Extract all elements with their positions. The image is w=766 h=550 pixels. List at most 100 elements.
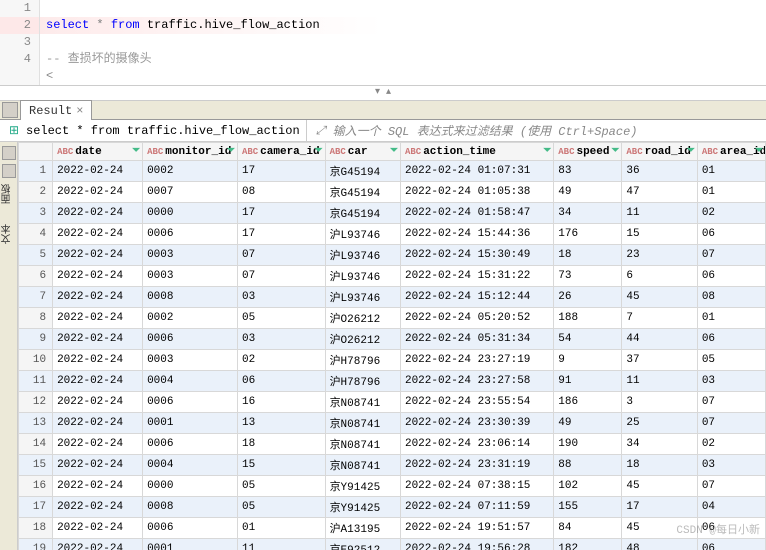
cell[interactable]: 沪O26212	[325, 329, 400, 350]
cell[interactable]: 07	[697, 413, 765, 434]
cell[interactable]: 13	[237, 413, 325, 434]
row-number[interactable]: 2	[19, 182, 53, 203]
cell[interactable]: 25	[622, 413, 697, 434]
cell[interactable]: 0000	[143, 203, 238, 224]
row-number[interactable]: 18	[19, 518, 53, 539]
cell[interactable]: 47	[622, 182, 697, 203]
cell[interactable]: 02	[697, 434, 765, 455]
cell[interactable]: 48	[622, 539, 697, 550]
cell[interactable]: 34	[622, 434, 697, 455]
close-icon[interactable]: ×	[76, 104, 83, 118]
cell[interactable]: 11	[622, 203, 697, 224]
text-mode-label[interactable]: 文本	[1, 224, 16, 244]
cell[interactable]: 2022-02-24	[53, 371, 143, 392]
cell[interactable]: 京G45194	[325, 182, 400, 203]
cell[interactable]: 01	[697, 161, 765, 182]
cell[interactable]: 2022-02-24	[53, 287, 143, 308]
cell[interactable]: 18	[554, 245, 622, 266]
table-row[interactable]: 192022-02-24000111京E925122022-02-24 19:5…	[19, 539, 766, 550]
cell[interactable]: 京G45194	[325, 203, 400, 224]
code-line-4[interactable]: -- 查损坏的摄像头	[40, 51, 152, 68]
result-tab[interactable]: Result ×	[20, 100, 92, 120]
cell[interactable]: 2022-02-24	[53, 455, 143, 476]
cell[interactable]: 2022-02-24	[53, 224, 143, 245]
cell[interactable]: 2022-02-24 01:07:31	[400, 161, 553, 182]
row-number[interactable]: 17	[19, 497, 53, 518]
cell[interactable]: 2022-02-24 07:38:15	[400, 476, 553, 497]
row-number[interactable]: 15	[19, 455, 53, 476]
table-row[interactable]: 112022-02-24000406沪H787962022-02-24 23:2…	[19, 371, 766, 392]
cell[interactable]: 2022-02-24 23:31:19	[400, 455, 553, 476]
cell[interactable]: 49	[554, 413, 622, 434]
cell[interactable]: 17	[237, 224, 325, 245]
cell[interactable]: 08	[237, 182, 325, 203]
cell[interactable]: 155	[554, 497, 622, 518]
sql-editor[interactable]: 1 2 select * from traffic.hive_flow_acti…	[0, 0, 766, 86]
cell[interactable]: 05	[697, 350, 765, 371]
toolbar-icon-2[interactable]	[2, 164, 16, 178]
cell[interactable]: 16	[237, 392, 325, 413]
cell[interactable]: 0006	[143, 224, 238, 245]
cell[interactable]: 182	[554, 539, 622, 550]
table-row[interactable]: 32022-02-24000017京G451942022-02-24 01:58…	[19, 203, 766, 224]
row-number[interactable]: 4	[19, 224, 53, 245]
cell[interactable]: 2022-02-24 19:56:28	[400, 539, 553, 550]
cell[interactable]: 186	[554, 392, 622, 413]
cell[interactable]: 03	[697, 455, 765, 476]
cell[interactable]: 沪H78796	[325, 371, 400, 392]
cell[interactable]: 沪L93746	[325, 287, 400, 308]
cell[interactable]: 0008	[143, 287, 238, 308]
code-line-2[interactable]: select * from traffic.hive_flow_action	[40, 17, 320, 34]
cell[interactable]: 54	[554, 329, 622, 350]
row-number[interactable]: 1	[19, 161, 53, 182]
cell[interactable]: 2022-02-24	[53, 413, 143, 434]
table-row[interactable]: 132022-02-24000113京N087412022-02-24 23:3…	[19, 413, 766, 434]
cell[interactable]: 沪H78796	[325, 350, 400, 371]
table-row[interactable]: 72022-02-24000803沪L937462022-02-24 15:12…	[19, 287, 766, 308]
table-row[interactable]: 172022-02-24000805京Y914252022-02-24 07:1…	[19, 497, 766, 518]
cell[interactable]: 2022-02-24 23:27:19	[400, 350, 553, 371]
cell[interactable]: 2022-02-24 19:51:57	[400, 518, 553, 539]
cell[interactable]: 0001	[143, 413, 238, 434]
cell[interactable]: 0002	[143, 308, 238, 329]
table-row[interactable]: 182022-02-24000601沪A131952022-02-24 19:5…	[19, 518, 766, 539]
cell[interactable]: 京G45194	[325, 161, 400, 182]
cell[interactable]: 45	[622, 476, 697, 497]
cell[interactable]: 2022-02-24 23:27:58	[400, 371, 553, 392]
cell[interactable]: 2022-02-24 15:31:22	[400, 266, 553, 287]
cell[interactable]: 2022-02-24	[53, 203, 143, 224]
cell[interactable]: 沪L93746	[325, 245, 400, 266]
cell[interactable]: 03	[237, 287, 325, 308]
cell[interactable]: 17	[237, 203, 325, 224]
cell[interactable]: 0004	[143, 371, 238, 392]
row-number[interactable]: 10	[19, 350, 53, 371]
cell[interactable]: 07	[237, 266, 325, 287]
cell[interactable]: 06	[697, 539, 765, 550]
table-row[interactable]: 102022-02-24000302沪H787962022-02-24 23:2…	[19, 350, 766, 371]
expand-icon[interactable]: ⤢	[313, 123, 329, 139]
cell[interactable]: 06	[697, 266, 765, 287]
cell[interactable]: 07	[697, 392, 765, 413]
cell[interactable]: 15	[237, 455, 325, 476]
cell[interactable]: 0000	[143, 476, 238, 497]
cell[interactable]: 0003	[143, 266, 238, 287]
cell[interactable]: 7	[622, 308, 697, 329]
cell[interactable]: 0006	[143, 392, 238, 413]
table-row[interactable]: 22022-02-24000708京G451942022-02-24 01:05…	[19, 182, 766, 203]
cell[interactable]: 26	[554, 287, 622, 308]
cell[interactable]: 01	[697, 182, 765, 203]
cell[interactable]: 2022-02-24 07:11:59	[400, 497, 553, 518]
table-row[interactable]: 142022-02-24000618京N087412022-02-24 23:0…	[19, 434, 766, 455]
cell[interactable]: 49	[554, 182, 622, 203]
cell[interactable]: 176	[554, 224, 622, 245]
panel-label[interactable]: 面板	[1, 184, 16, 204]
row-number[interactable]: 12	[19, 392, 53, 413]
cell[interactable]: 2022-02-24	[53, 308, 143, 329]
cell[interactable]: 2022-02-24	[53, 245, 143, 266]
cell[interactable]: 0001	[143, 539, 238, 550]
toolbar-icon-1[interactable]	[2, 146, 16, 160]
table-row[interactable]: 62022-02-24000307沪L937462022-02-24 15:31…	[19, 266, 766, 287]
cell[interactable]: 188	[554, 308, 622, 329]
cell[interactable]: 91	[554, 371, 622, 392]
row-number[interactable]: 13	[19, 413, 53, 434]
